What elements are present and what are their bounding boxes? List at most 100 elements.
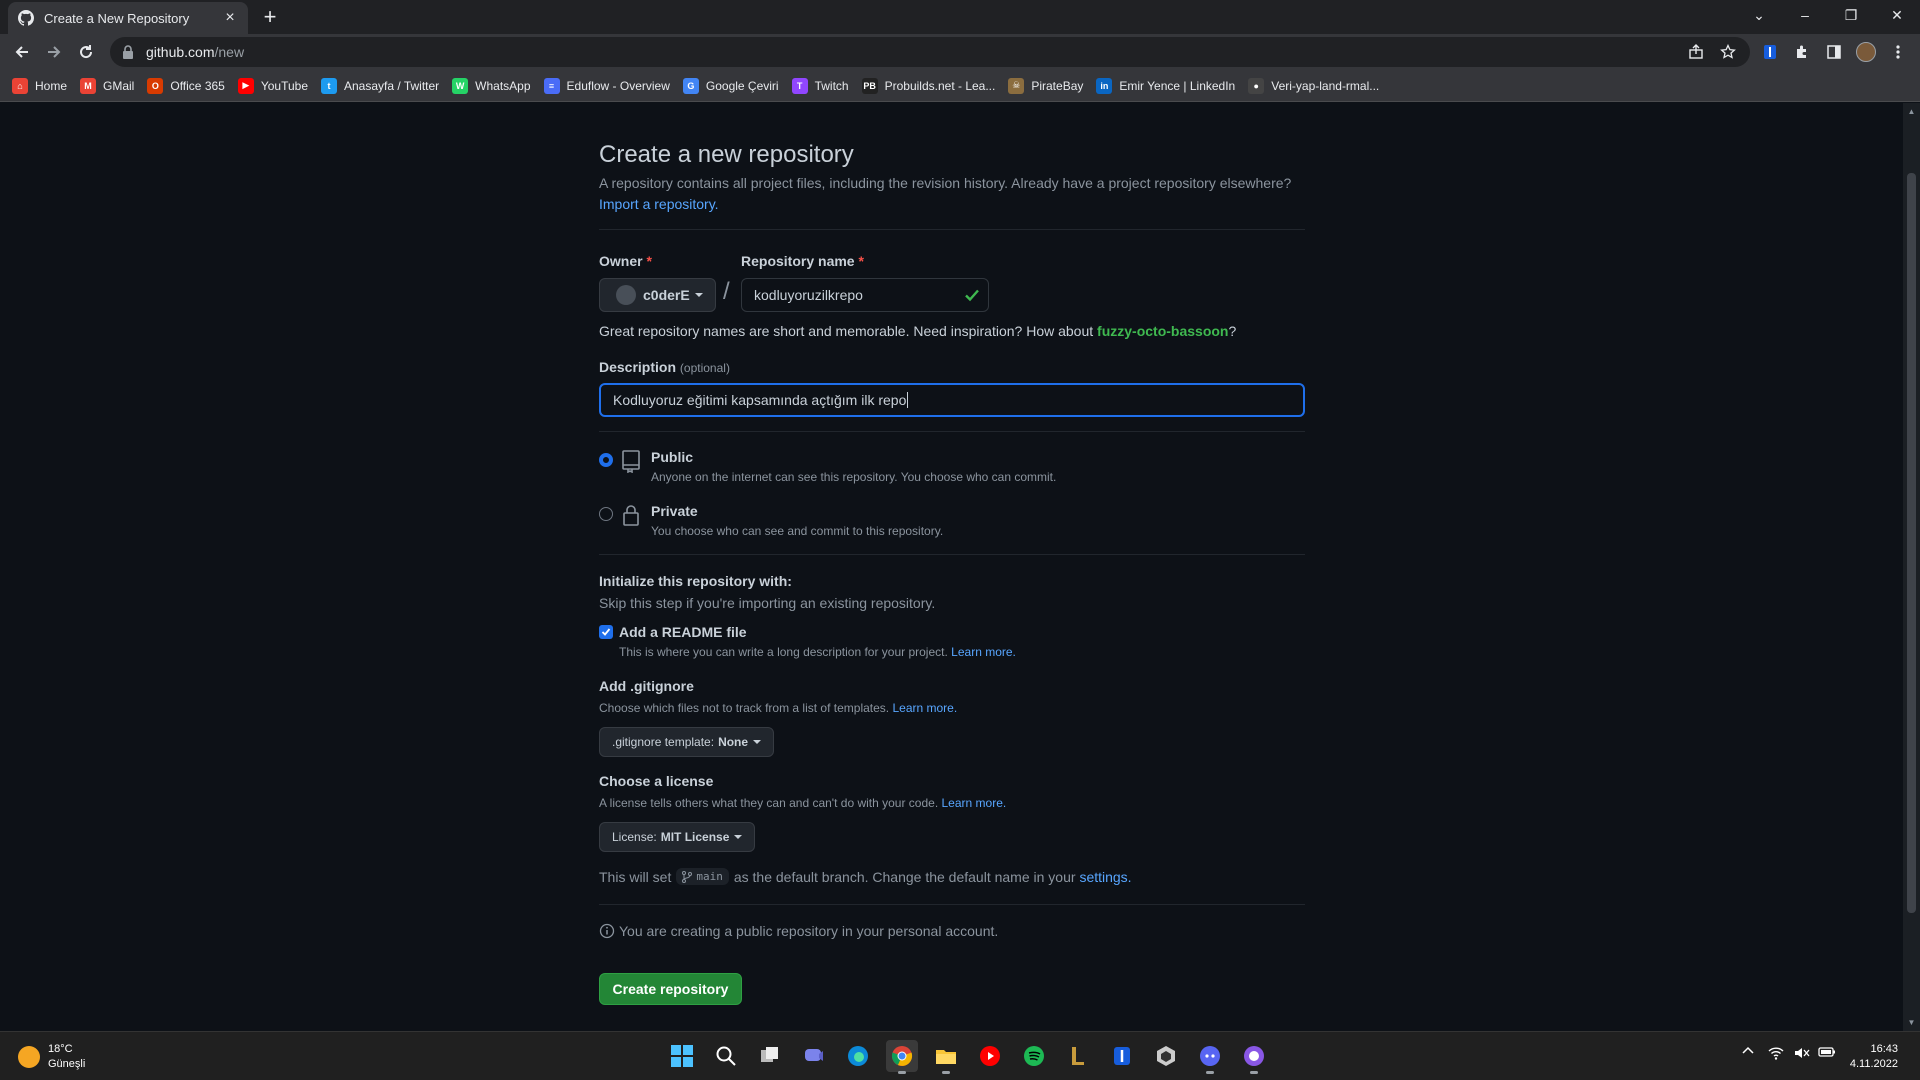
volume-muted-icon[interactable] xyxy=(1794,1046,1810,1060)
private-radio[interactable] xyxy=(599,507,613,521)
owner-separator: / xyxy=(723,278,730,305)
git-branch-icon xyxy=(682,870,693,883)
weather-widget[interactable]: 18°C Güneşli xyxy=(18,1042,85,1072)
task-view-icon[interactable] xyxy=(754,1040,786,1072)
side-panel-icon[interactable] xyxy=(1822,40,1846,64)
bookmark-label: Twitch xyxy=(814,78,849,93)
bookmarks-bar: ⌂ Home M GMail O Office 365 ▶ YouTube t Anasayfa … xyxy=(0,70,1920,102)
page-scrollbar[interactable]: ▲ ▼ xyxy=(1903,103,1920,1031)
bookmark-home[interactable]: ⌂ Home xyxy=(12,77,67,94)
repository-name-input[interactable]: kodluyoruzilkrepo xyxy=(741,278,989,312)
page-title: Create a new repository xyxy=(599,141,854,168)
bookmark-star-icon[interactable] xyxy=(1716,40,1740,64)
profile-avatar[interactable] xyxy=(1854,40,1878,64)
github-desktop-icon[interactable] xyxy=(1238,1040,1270,1074)
address-bar[interactable]: github.com/new xyxy=(110,37,1750,67)
license-learn-more-link[interactable]: Learn more. xyxy=(942,796,1007,810)
chrome-menu-icon[interactable] xyxy=(1886,40,1910,64)
lock-icon xyxy=(621,503,641,527)
tab-create-repository[interactable]: Create a New Repository × xyxy=(8,2,248,34)
bookmark-favicon-icon: PB xyxy=(861,77,878,94)
public-radio[interactable] xyxy=(599,453,613,467)
back-button[interactable] xyxy=(8,38,36,66)
bookmark-office-365[interactable]: O Office 365 xyxy=(147,77,225,94)
license-title: Choose a license xyxy=(599,773,714,789)
wifi-icon[interactable] xyxy=(1768,1046,1784,1060)
close-window-button[interactable]: ✕ xyxy=(1874,0,1920,30)
battery-icon[interactable] xyxy=(1818,1046,1836,1058)
tab-title: Create a New Repository xyxy=(44,10,190,26)
bookmark-label: Office 365 xyxy=(170,78,225,93)
restore-button[interactable]: ❐ xyxy=(1828,0,1874,30)
owner-label: Owner * xyxy=(599,253,652,269)
new-tab-button[interactable]: + xyxy=(258,6,282,30)
bookmark-gmail[interactable]: M GMail xyxy=(80,77,134,94)
owner-dropdown[interactable]: c0derE xyxy=(599,278,716,312)
github-new-repo-page: Create a new repository A repository con… xyxy=(0,103,1903,1031)
license-dropdown[interactable]: License: MIT License xyxy=(599,822,756,852)
bookmark-label: Eduflow - Overview xyxy=(566,78,670,93)
bookmark-whatsapp[interactable]: W WhatsApp xyxy=(452,77,531,94)
tray-overflow-icon[interactable] xyxy=(1742,1046,1754,1054)
default-branch-note: This will set main as the default branch… xyxy=(599,868,1132,885)
sun-icon xyxy=(18,1046,40,1068)
bookmark-eduflow-overview[interactable]: ≡ Eduflow - Overview xyxy=(543,77,670,94)
settings-link[interactable]: settings. xyxy=(1079,869,1131,885)
minimize-button[interactable]: – xyxy=(1782,0,1828,30)
readme-checkbox[interactable] xyxy=(599,625,613,639)
unity-hub-icon[interactable] xyxy=(1150,1040,1182,1072)
bookmark-anasayfa-twitter[interactable]: t Anasayfa / Twitter xyxy=(321,77,439,94)
create-repository-button[interactable]: Create repository xyxy=(599,973,742,1005)
gitignore-template-dropdown[interactable]: .gitignore template: None xyxy=(599,727,775,757)
readme-learn-more-link[interactable]: Learn more. xyxy=(951,645,1016,659)
bitwarden-extension-icon[interactable] xyxy=(1758,40,1782,64)
bookmark-favicon-icon: G xyxy=(682,77,699,94)
bookmark-google-eviri[interactable]: G Google Çeviri xyxy=(682,77,779,94)
name-hint: Great repository names are short and mem… xyxy=(599,323,1237,339)
share-icon[interactable] xyxy=(1684,40,1708,64)
name-suggestion-link[interactable]: fuzzy-octo-bassoon xyxy=(1097,323,1228,339)
description-input[interactable]: Kodluyoruz eğitimi kapsamında açtığım il… xyxy=(599,383,1305,417)
bookmark-emir-yence-linkedin[interactable]: in Emir Yence | LinkedIn xyxy=(1096,77,1236,94)
start-windows-icon[interactable] xyxy=(666,1040,698,1072)
bookmark-label: Emir Yence | LinkedIn xyxy=(1119,78,1236,93)
divider xyxy=(599,554,1305,555)
bookmark-piratebay[interactable]: ☠ PirateBay xyxy=(1008,77,1083,94)
search-icon[interactable] xyxy=(710,1040,742,1072)
forward-button[interactable] xyxy=(40,38,68,66)
chrome-icon[interactable] xyxy=(886,1040,918,1074)
bookmark-label: YouTube xyxy=(260,78,308,93)
bookmark-favicon-icon: ● xyxy=(1248,77,1265,94)
gitignore-learn-more-link[interactable]: Learn more. xyxy=(892,701,957,715)
repo-icon xyxy=(621,449,641,473)
description-label: Description (optional) xyxy=(599,359,730,375)
spotify-icon[interactable] xyxy=(1018,1040,1050,1072)
bookmark-veri-yap-land-rmal[interactable]: ● Veri-yap-land-rmal... xyxy=(1248,77,1380,94)
url-text: github.com/new xyxy=(146,44,245,60)
bitwarden-icon[interactable] xyxy=(1106,1040,1138,1072)
reload-button[interactable] xyxy=(72,38,100,66)
bookmark-favicon-icon: T xyxy=(791,77,808,94)
divider xyxy=(599,904,1305,905)
bookmark-youtube[interactable]: ▶ YouTube xyxy=(237,77,308,94)
system-clock[interactable]: 16:43 4.11.2022 xyxy=(1838,1042,1898,1072)
bookmark-favicon-icon: ⌂ xyxy=(12,77,28,94)
league-of-legends-icon[interactable] xyxy=(1062,1040,1094,1072)
youtube-music-icon[interactable] xyxy=(974,1040,1006,1072)
scrollbar-thumb[interactable] xyxy=(1907,173,1916,913)
extensions-puzzle-icon[interactable] xyxy=(1790,40,1814,64)
check-icon xyxy=(601,628,611,636)
file-explorer-icon[interactable] xyxy=(930,1040,962,1074)
tab-search-icon[interactable]: ⌄ xyxy=(1736,0,1782,30)
page-subtitle: A repository contains all project files,… xyxy=(599,175,1292,212)
bookmark-label: Veri-yap-land-rmal... xyxy=(1271,78,1380,93)
discord-icon[interactable] xyxy=(1194,1040,1226,1074)
private-title: Private xyxy=(651,503,698,519)
bookmark-probuilds-net-lea[interactable]: PB Probuilds.net - Lea... xyxy=(861,77,995,94)
edge-icon[interactable] xyxy=(842,1040,874,1072)
teams-chat-icon[interactable] xyxy=(798,1040,830,1072)
close-tab-icon[interactable]: × xyxy=(222,10,238,26)
import-repository-link[interactable]: Import a repository. xyxy=(599,196,719,212)
info-note: You are creating a public repository in … xyxy=(599,923,998,939)
bookmark-twitch[interactable]: T Twitch xyxy=(791,77,849,94)
